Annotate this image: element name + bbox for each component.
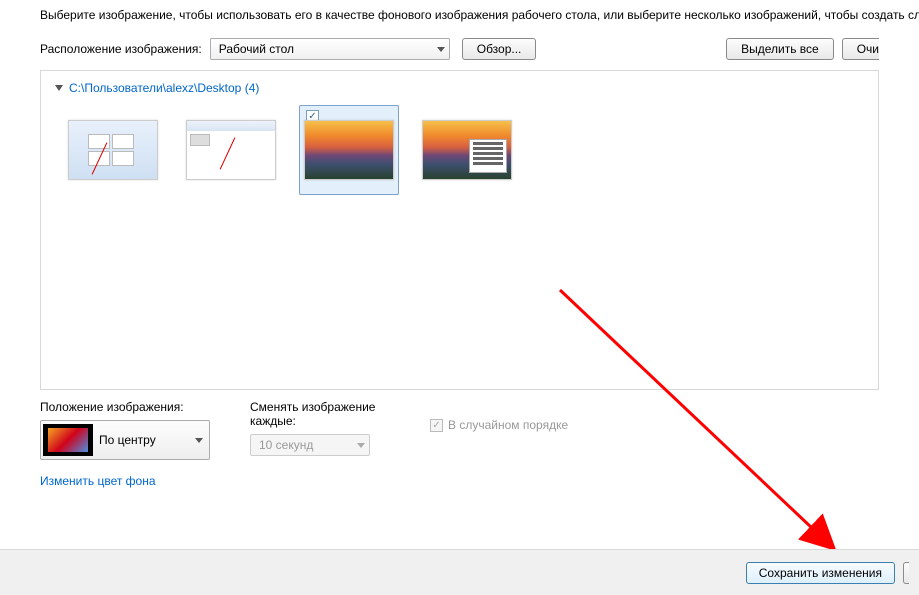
shuffle-label: В случайном порядке bbox=[448, 418, 568, 432]
location-dropdown-value: Рабочий стол bbox=[219, 42, 294, 56]
interval-dropdown-value: 10 секунд bbox=[259, 438, 313, 452]
thumbnail-1[interactable] bbox=[63, 105, 163, 195]
interval-dropdown: 10 секунд bbox=[250, 434, 370, 456]
cancel-button[interactable] bbox=[903, 562, 909, 584]
interval-label: Сменять изображение каждые: bbox=[250, 400, 390, 428]
shuffle-checkbox: ✓ В случайном порядке bbox=[430, 418, 568, 432]
select-all-button[interactable]: Выделить все bbox=[726, 38, 834, 60]
change-bg-color-link[interactable]: Изменить цвет фона bbox=[40, 474, 156, 488]
position-label: Положение изображения: bbox=[40, 400, 210, 414]
location-label: Расположение изображения: bbox=[40, 42, 202, 56]
position-preview-icon bbox=[43, 424, 93, 456]
collapse-icon[interactable] bbox=[55, 85, 63, 91]
checkbox-icon: ✓ bbox=[430, 419, 443, 432]
image-gallery: C:\Пользователи\alexz\Desktop (4) bbox=[40, 70, 879, 390]
folder-path[interactable]: C:\Пользователи\alexz\Desktop (4) bbox=[69, 81, 259, 95]
browse-button[interactable]: Обзор... bbox=[462, 38, 537, 60]
position-dropdown-value: По центру bbox=[99, 433, 191, 447]
footer-bar: Сохранить изменения bbox=[0, 549, 919, 595]
chevron-down-icon bbox=[195, 438, 203, 443]
chevron-down-icon bbox=[437, 47, 445, 52]
save-button[interactable]: Сохранить изменения bbox=[746, 562, 895, 584]
chevron-down-icon bbox=[357, 443, 365, 448]
thumbnail-3[interactable]: ✓ bbox=[299, 105, 399, 195]
position-dropdown[interactable]: По центру bbox=[40, 420, 210, 460]
thumbnail-4[interactable] bbox=[417, 105, 517, 195]
instruction-text: Выберите изображение, чтобы использовать… bbox=[40, 8, 879, 22]
clear-button[interactable]: Очи bbox=[842, 38, 879, 60]
thumbnail-2[interactable] bbox=[181, 105, 281, 195]
location-dropdown[interactable]: Рабочий стол bbox=[210, 38, 450, 60]
